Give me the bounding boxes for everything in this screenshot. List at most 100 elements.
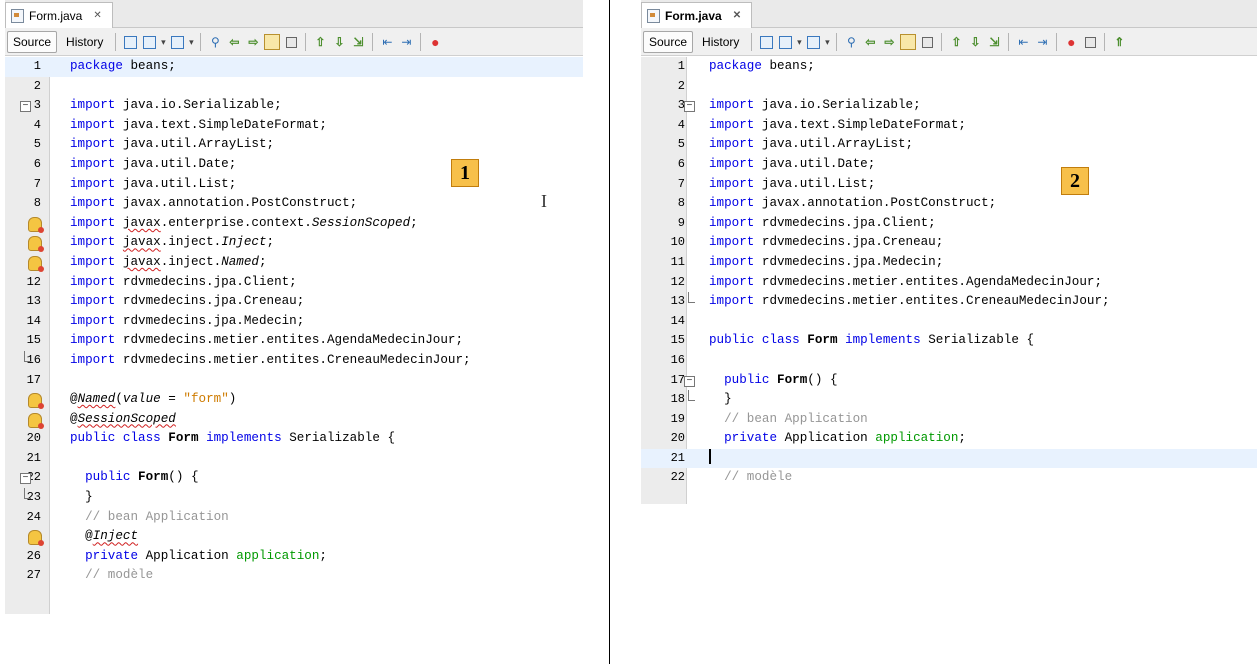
rectangular-selection-icon[interactable]: [919, 34, 935, 50]
code-line[interactable]: 19@SessionScoped: [5, 410, 583, 430]
code-line[interactable]: 11import javax.inject.Named;: [5, 253, 583, 273]
code-line[interactable]: 6 import java.util.Date;: [641, 155, 1257, 175]
code-line[interactable]: 4 import java.text.SimpleDateFormat;: [641, 116, 1257, 136]
dropdown-icon[interactable]: ▾: [160, 34, 166, 50]
back-icon[interactable]: [777, 34, 793, 50]
toggle-highlight-icon[interactable]: [264, 33, 281, 50]
fold-toggle-icon[interactable]: −: [20, 473, 31, 485]
next-bookmark-icon[interactable]: ⇩: [331, 34, 347, 50]
forward-icon[interactable]: [169, 34, 185, 50]
code-line[interactable]: 16 import rdvmedecins.metier.entites.Cren…: [5, 350, 583, 371]
forward-icon[interactable]: [805, 34, 821, 50]
dropdown-icon[interactable]: ▾: [824, 34, 830, 50]
code-line[interactable]: 11 import rdvmedecins.jpa.Medecin;: [641, 253, 1257, 273]
editor-tab[interactable]: Form.java ✕: [641, 2, 753, 28]
code-editor[interactable]: 1 package beans; 2 3− import java.io.Seriali…: [641, 57, 1257, 504]
last-edit-icon[interactable]: [758, 34, 774, 50]
source-button[interactable]: Source: [7, 30, 58, 53]
code-line[interactable]: 1 package beans;: [641, 57, 1257, 77]
code-line[interactable]: 6 import java.util.Date;: [5, 155, 583, 175]
error-hint-bulb-icon[interactable]: [28, 412, 44, 429]
start-macro-icon[interactable]: ●: [427, 34, 443, 50]
code-line[interactable]: 18@Named(value = "form"): [5, 390, 583, 410]
code-line[interactable]: 3− import java.io.Serializable;: [641, 96, 1257, 116]
find-previous-icon[interactable]: ⇦: [226, 34, 242, 50]
back-icon[interactable]: [141, 34, 157, 50]
code-line[interactable]: 26 private Application application;: [5, 547, 583, 567]
editor-tab[interactable]: Form.java ✕: [5, 2, 113, 28]
fold-toggle-icon[interactable]: −: [684, 101, 695, 113]
code-line[interactable]: 17: [5, 371, 583, 391]
find-icon[interactable]: ⚲: [207, 34, 223, 50]
code-line[interactable]: 20 private Application application;: [641, 429, 1257, 449]
toggle-highlight-icon[interactable]: [900, 33, 917, 50]
shift-left-icon[interactable]: ⇤: [379, 34, 395, 50]
code-line[interactable]: 15 public class Form implements Serializa…: [641, 331, 1257, 351]
fold-toggle-icon[interactable]: −: [20, 101, 31, 113]
code-line[interactable]: 18 }: [641, 390, 1257, 410]
find-icon[interactable]: ⚲: [843, 34, 859, 50]
error-hint-bulb-icon[interactable]: [28, 236, 44, 253]
error-hint-bulb-icon[interactable]: [28, 216, 44, 233]
code-line[interactable]: 8 import javax.annotation.PostConstruct;: [641, 194, 1257, 214]
find-next-icon[interactable]: ⇨: [245, 34, 261, 50]
code-line[interactable]: 12 import rdvmedecins.jpa.Client;: [5, 273, 583, 293]
last-edit-icon[interactable]: [122, 34, 138, 50]
code-line[interactable]: 8 import javax.annotation.PostConstruct;: [5, 194, 583, 214]
code-line[interactable]: 12 import rdvmedecins.metier.entites.Agen…: [641, 273, 1257, 293]
error-hint-bulb-icon[interactable]: [28, 530, 44, 547]
close-icon[interactable]: ✕: [733, 10, 741, 21]
toggle-bookmark-icon[interactable]: ⇲: [350, 34, 366, 50]
code-line[interactable]: 23 }: [5, 488, 583, 508]
code-line[interactable]: 27 // modèle: [5, 566, 583, 586]
code-line[interactable]: 9 import rdvmedecins.jpa.Client;: [641, 214, 1257, 234]
code-line[interactable]: 3− import java.io.Serializable;: [5, 96, 583, 116]
history-button[interactable]: History: [60, 31, 109, 53]
source-button[interactable]: Source: [643, 30, 694, 53]
code-line[interactable]: 2: [5, 77, 583, 97]
code-line[interactable]: 7 import java.util.List;: [641, 175, 1257, 195]
toggle-bookmark-icon[interactable]: ⇲: [986, 34, 1002, 50]
code-line[interactable]: 13 import rdvmedecins.metier.entites.Cren…: [641, 292, 1257, 312]
code-line[interactable]: 22− public Form() {: [5, 468, 583, 488]
shift-left-icon[interactable]: ⇤: [1015, 34, 1031, 50]
code-line[interactable]: 14: [641, 312, 1257, 332]
code-line[interactable]: 10 import rdvmedecins.jpa.Creneau;: [641, 233, 1257, 253]
code-line[interactable]: 9import javax.enterprise.context.Session…: [5, 214, 583, 234]
next-bookmark-icon[interactable]: ⇩: [967, 34, 983, 50]
code-line[interactable]: 24 // bean Application: [5, 508, 583, 528]
find-previous-icon[interactable]: ⇦: [862, 34, 878, 50]
close-icon[interactable]: ✕: [93, 10, 101, 21]
code-line[interactable]: 1 package beans;: [5, 57, 583, 77]
shift-right-icon[interactable]: ⇥: [1034, 34, 1050, 50]
code-line[interactable]: 7 import java.util.List;: [5, 175, 583, 195]
dropdown-icon[interactable]: ▾: [188, 34, 194, 50]
error-hint-bulb-icon[interactable]: [28, 255, 44, 272]
code-line[interactable]: 5 import java.util.ArrayList;: [5, 135, 583, 155]
fold-toggle-icon[interactable]: −: [684, 375, 695, 387]
code-line[interactable]: 14 import rdvmedecins.jpa.Medecin;: [5, 312, 583, 332]
previous-bookmark-icon[interactable]: ⇧: [948, 34, 964, 50]
code-line[interactable]: 19 // bean Application: [641, 410, 1257, 430]
previous-bookmark-icon[interactable]: ⇧: [312, 34, 328, 50]
code-line[interactable]: 22 // modèle: [641, 468, 1257, 488]
code-line[interactable]: 15 import rdvmedecins.metier.entites.Agen…: [5, 331, 583, 351]
comment-icon[interactable]: ⇑: [1111, 34, 1127, 50]
code-line[interactable]: 16: [641, 351, 1257, 371]
code-line[interactable]: 4 import java.text.SimpleDateFormat;: [5, 116, 583, 136]
stop-macro-icon[interactable]: [1082, 34, 1098, 50]
code-line[interactable]: 21: [5, 449, 583, 469]
code-editor[interactable]: 1 package beans; 2 3− import java.io.Seriali…: [5, 57, 583, 614]
code-line[interactable]: 25 @Inject: [5, 527, 583, 547]
code-line[interactable]: 21: [641, 448, 1257, 469]
code-line[interactable]: 5 import java.util.ArrayList;: [641, 135, 1257, 155]
error-hint-bulb-icon[interactable]: [28, 393, 44, 410]
code-line[interactable]: 20 public class Form implements Serializa…: [5, 429, 583, 449]
start-macro-icon[interactable]: ●: [1063, 34, 1079, 50]
history-button[interactable]: History: [696, 31, 745, 53]
shift-right-icon[interactable]: ⇥: [398, 34, 414, 50]
code-line[interactable]: 2: [641, 77, 1257, 97]
find-next-icon[interactable]: ⇨: [881, 34, 897, 50]
code-line[interactable]: 17− public Form() {: [641, 371, 1257, 391]
dropdown-icon[interactable]: ▾: [796, 34, 802, 50]
